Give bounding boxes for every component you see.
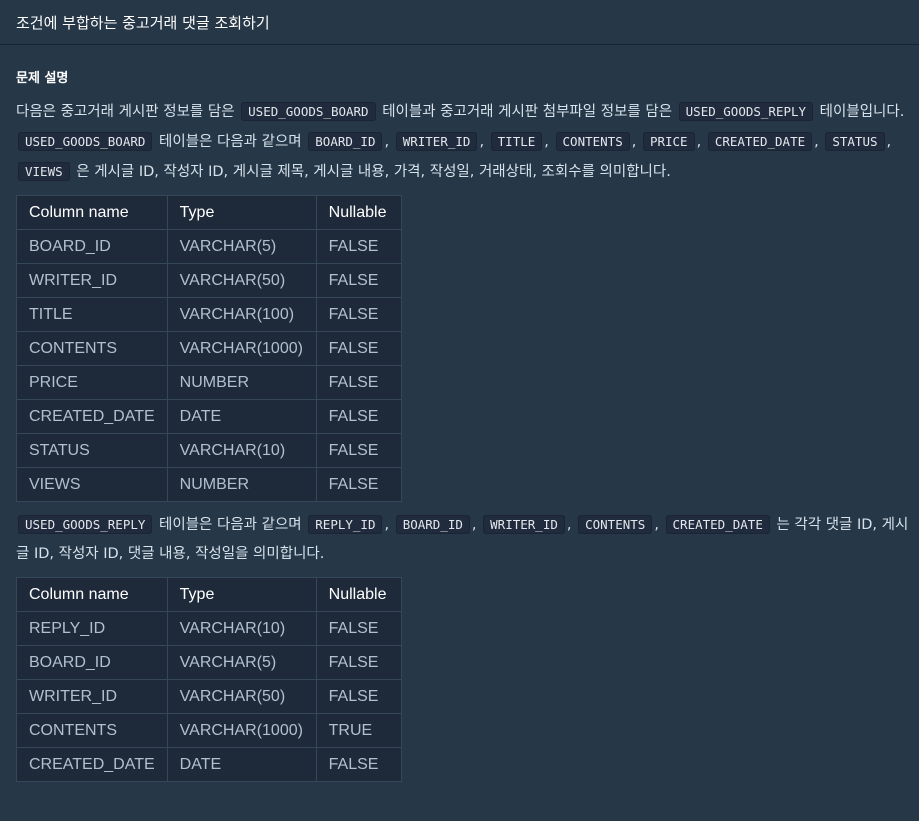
table-cell: VIEWS — [16, 467, 168, 502]
table-cell: DATE — [166, 399, 317, 434]
table-row: TITLE VARCHAR(100) FALSE — [16, 297, 402, 332]
description-paragraph-1: 다음은 중고거래 게시판 정보를 담은 USED_GOODS_BOARD 테이블… — [16, 102, 905, 181]
column-header: Type — [166, 195, 317, 230]
table-cell: VARCHAR(10) — [166, 611, 317, 646]
table-row: WRITER_ID VARCHAR(50) FALSE — [16, 679, 402, 714]
code-column: PRICE — [642, 132, 695, 151]
text: 테이블은 다음과 같으며 — [159, 517, 302, 533]
table-cell: FALSE — [315, 747, 402, 782]
table-cell: FALSE — [315, 229, 402, 264]
table-cell: VARCHAR(50) — [166, 679, 317, 714]
table-row: BOARD_ID VARCHAR(5) FALSE — [16, 229, 402, 264]
table-cell: BOARD_ID — [16, 229, 168, 264]
code-column: VIEWS — [18, 162, 70, 181]
table-row: VIEWS NUMBER FALSE — [16, 467, 402, 502]
table-cell: FALSE — [315, 467, 402, 502]
table-cell: BOARD_ID — [16, 645, 168, 680]
code-column: STATUS — [825, 132, 885, 151]
header-bar: 조건에 부합하는 중고거래 댓글 조회하기 — [0, 0, 919, 45]
table-row: BOARD_ID VARCHAR(5) FALSE — [16, 645, 402, 680]
table-cell: NUMBER — [166, 365, 317, 400]
table-cell: NUMBER — [166, 467, 317, 502]
table-row: PRICE NUMBER FALSE — [16, 365, 402, 400]
text: 테이블과 중고거래 게시판 첨부파일 정보를 담은 — [382, 104, 673, 120]
table-cell: FALSE — [315, 611, 402, 646]
column-header: Type — [166, 577, 317, 612]
column-header: Nullable — [315, 577, 402, 612]
code-table-name: USED_GOODS_REPLY — [678, 102, 814, 121]
table-row: CONTENTS VARCHAR(1000) TRUE — [16, 713, 402, 748]
reply-schema-table: Column name Type Nullable REPLY_ID VARCHA… — [16, 577, 402, 782]
column-header: Nullable — [315, 195, 402, 230]
table-cell: CONTENTS — [16, 713, 168, 748]
table-cell: TRUE — [315, 713, 402, 748]
code-table-name: USED_GOODS_REPLY — [18, 515, 153, 534]
text: 은 게시글 ID, 작성자 ID, 게시글 제목, 게시글 내용, 가격, 작성… — [76, 164, 671, 180]
code-column: CREATED_DATE — [707, 132, 813, 151]
table-cell: CREATED_DATE — [16, 399, 168, 434]
page-title: 조건에 부합하는 중고거래 댓글 조회하기 — [16, 13, 270, 32]
table-cell: FALSE — [315, 331, 402, 366]
table-cell: DATE — [166, 747, 317, 782]
code-column: CONTENTS — [578, 515, 653, 534]
table-cell: FALSE — [315, 297, 402, 332]
code-column: CONTENTS — [555, 132, 630, 151]
table-cell: FALSE — [315, 263, 402, 298]
table-row: STATUS VARCHAR(10) FALSE — [16, 433, 402, 468]
table-cell: FALSE — [315, 645, 402, 680]
table-cell: VARCHAR(1000) — [166, 331, 317, 366]
code-column: BOARD_ID — [308, 132, 383, 151]
code-table-name: USED_GOODS_BOARD — [18, 132, 153, 151]
table-cell: VARCHAR(100) — [166, 297, 317, 332]
table-cell: TITLE — [16, 297, 168, 332]
table-cell: FALSE — [315, 679, 402, 714]
code-column: WRITER_ID — [395, 132, 478, 151]
table-cell: VARCHAR(10) — [166, 433, 317, 468]
table-cell: PRICE — [16, 365, 168, 400]
text: 테이블은 다음과 같으며 — [159, 134, 302, 150]
table-header-row: Column name Type Nullable — [16, 577, 402, 612]
problem-description: 문제 설명 다음은 중고거래 게시판 정보를 담은 USED_GOODS_BOA… — [0, 67, 919, 782]
text: 다음은 중고거래 게시판 정보를 담은 — [16, 104, 235, 120]
table-row: WRITER_ID VARCHAR(50) FALSE — [16, 263, 402, 298]
code-column: REPLY_ID — [308, 515, 383, 534]
code-column: BOARD_ID — [395, 515, 470, 534]
table-cell: VARCHAR(5) — [166, 229, 317, 264]
board-schema-table: Column name Type Nullable BOARD_ID VARCHA… — [16, 195, 402, 502]
column-header: Column name — [16, 195, 168, 230]
table-cell: CONTENTS — [16, 331, 168, 366]
table-cell: FALSE — [315, 399, 402, 434]
code-column: CREATED_DATE — [665, 515, 770, 534]
code-column: WRITER_ID — [483, 515, 565, 534]
table-cell: CREATED_DATE — [16, 747, 168, 782]
table-cell: STATUS — [16, 433, 168, 468]
table-row: REPLY_ID VARCHAR(10) FALSE — [16, 611, 402, 646]
column-header: Column name — [16, 577, 168, 612]
table-row: CONTENTS VARCHAR(1000) FALSE — [16, 331, 402, 366]
code-column: TITLE — [490, 132, 543, 151]
table-cell: WRITER_ID — [16, 263, 168, 298]
table-cell: FALSE — [315, 365, 402, 400]
table-cell: VARCHAR(1000) — [166, 713, 317, 748]
description-paragraph-2: USED_GOODS_REPLY 테이블은 다음과 같으며 REPLY_ID, … — [16, 515, 909, 562]
table-header-row: Column name Type Nullable — [16, 195, 402, 230]
table-cell: FALSE — [315, 433, 402, 468]
table-cell: REPLY_ID — [16, 611, 168, 646]
table-cell: VARCHAR(5) — [166, 645, 317, 680]
text: 테이블입니다. — [819, 104, 905, 120]
table-cell: WRITER_ID — [16, 679, 168, 714]
table-cell: VARCHAR(50) — [166, 263, 317, 298]
table-row: CREATED_DATE DATE FALSE — [16, 399, 402, 434]
table-row: CREATED_DATE DATE FALSE — [16, 747, 402, 782]
code-table-name: USED_GOODS_BOARD — [241, 102, 376, 121]
section-heading: 문제 설명 — [16, 71, 69, 86]
